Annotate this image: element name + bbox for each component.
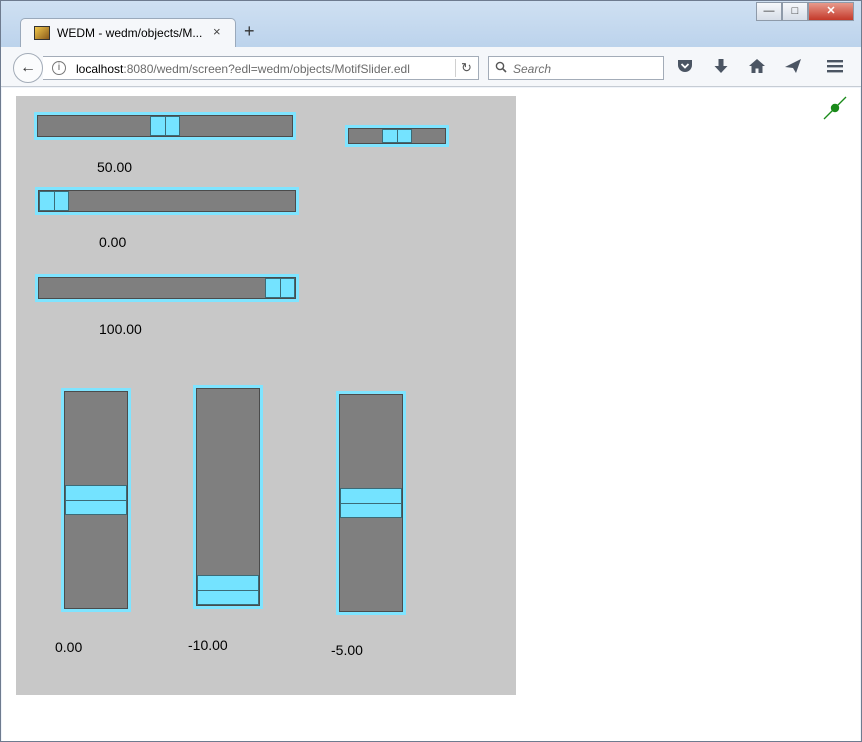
menu-icon[interactable] xyxy=(825,58,845,78)
minimize-button[interactable]: — xyxy=(756,2,782,21)
slider-2-value: 0.00 xyxy=(99,234,127,250)
slider-thumb[interactable] xyxy=(39,191,69,211)
url-text[interactable]: localhost:8080/wedm/screen?edl=wedm/obje… xyxy=(76,62,410,76)
slider-1-value: 50.00 xyxy=(97,159,133,175)
info-icon[interactable]: i xyxy=(52,61,66,75)
maximize-button[interactable]: □ xyxy=(782,2,808,21)
window-controls: — □ ✕ xyxy=(756,2,854,22)
search-icon xyxy=(495,61,507,76)
close-window-button[interactable]: ✕ xyxy=(808,2,854,21)
url-bar[interactable]: i localhost:8080/wedm/screen?edl=wedm/ob… xyxy=(43,56,479,80)
tab-close-icon[interactable]: × xyxy=(213,24,221,39)
new-tab-button[interactable]: + xyxy=(244,22,255,40)
connection-status-icon xyxy=(822,95,848,121)
browser-window: WEDM - wedm/objects/M... × + — □ ✕ ← i l… xyxy=(0,0,862,742)
pocket-icon[interactable] xyxy=(675,58,695,78)
reload-button[interactable]: ↻ xyxy=(455,59,477,77)
search-input[interactable]: Search xyxy=(488,56,664,80)
slider-thumb[interactable] xyxy=(65,485,127,515)
horizontal-slider-small[interactable] xyxy=(345,125,449,147)
slider-thumb[interactable] xyxy=(340,488,402,518)
tab-title: WEDM - wedm/objects/M... xyxy=(57,26,203,40)
edm-screen: 50.00 0.00 100.00 0.00 -10.00 -5.00 xyxy=(16,96,516,695)
vertical-slider-2[interactable] xyxy=(193,385,263,609)
horizontal-slider-1[interactable] xyxy=(34,112,296,140)
back-button[interactable]: ← xyxy=(13,53,43,83)
slider-thumb[interactable] xyxy=(382,129,412,143)
page-content: 50.00 0.00 100.00 0.00 -10.00 -5.00 xyxy=(2,88,860,741)
horizontal-slider-2[interactable] xyxy=(35,187,299,215)
home-icon[interactable] xyxy=(747,58,767,78)
tab-strip: WEDM - wedm/objects/M... × + — □ ✕ xyxy=(1,1,861,48)
search-placeholder: Search xyxy=(513,62,552,76)
vertical-slider-1-value: 0.00 xyxy=(55,639,83,655)
send-icon[interactable] xyxy=(783,58,803,78)
vertical-slider-3-value: -5.00 xyxy=(331,642,363,658)
navigation-bar: ← i localhost:8080/wedm/screen?edl=wedm/… xyxy=(1,47,861,87)
url-host: localhost xyxy=(76,62,124,76)
slider-thumb[interactable] xyxy=(150,116,180,136)
url-path: :8080/wedm/screen?edl=wedm/objects/Motif… xyxy=(123,62,410,76)
download-icon[interactable] xyxy=(711,58,731,78)
vertical-slider-2-value: -10.00 xyxy=(188,637,228,653)
slider-3-value: 100.00 xyxy=(99,321,142,337)
vertical-slider-1[interactable] xyxy=(61,388,131,612)
favicon-icon xyxy=(34,26,50,40)
horizontal-slider-3[interactable] xyxy=(35,274,299,302)
slider-thumb[interactable] xyxy=(197,575,259,605)
vertical-slider-3[interactable] xyxy=(336,391,406,615)
slider-thumb[interactable] xyxy=(265,278,295,298)
tab-wedm[interactable]: WEDM - wedm/objects/M... × xyxy=(20,18,236,48)
